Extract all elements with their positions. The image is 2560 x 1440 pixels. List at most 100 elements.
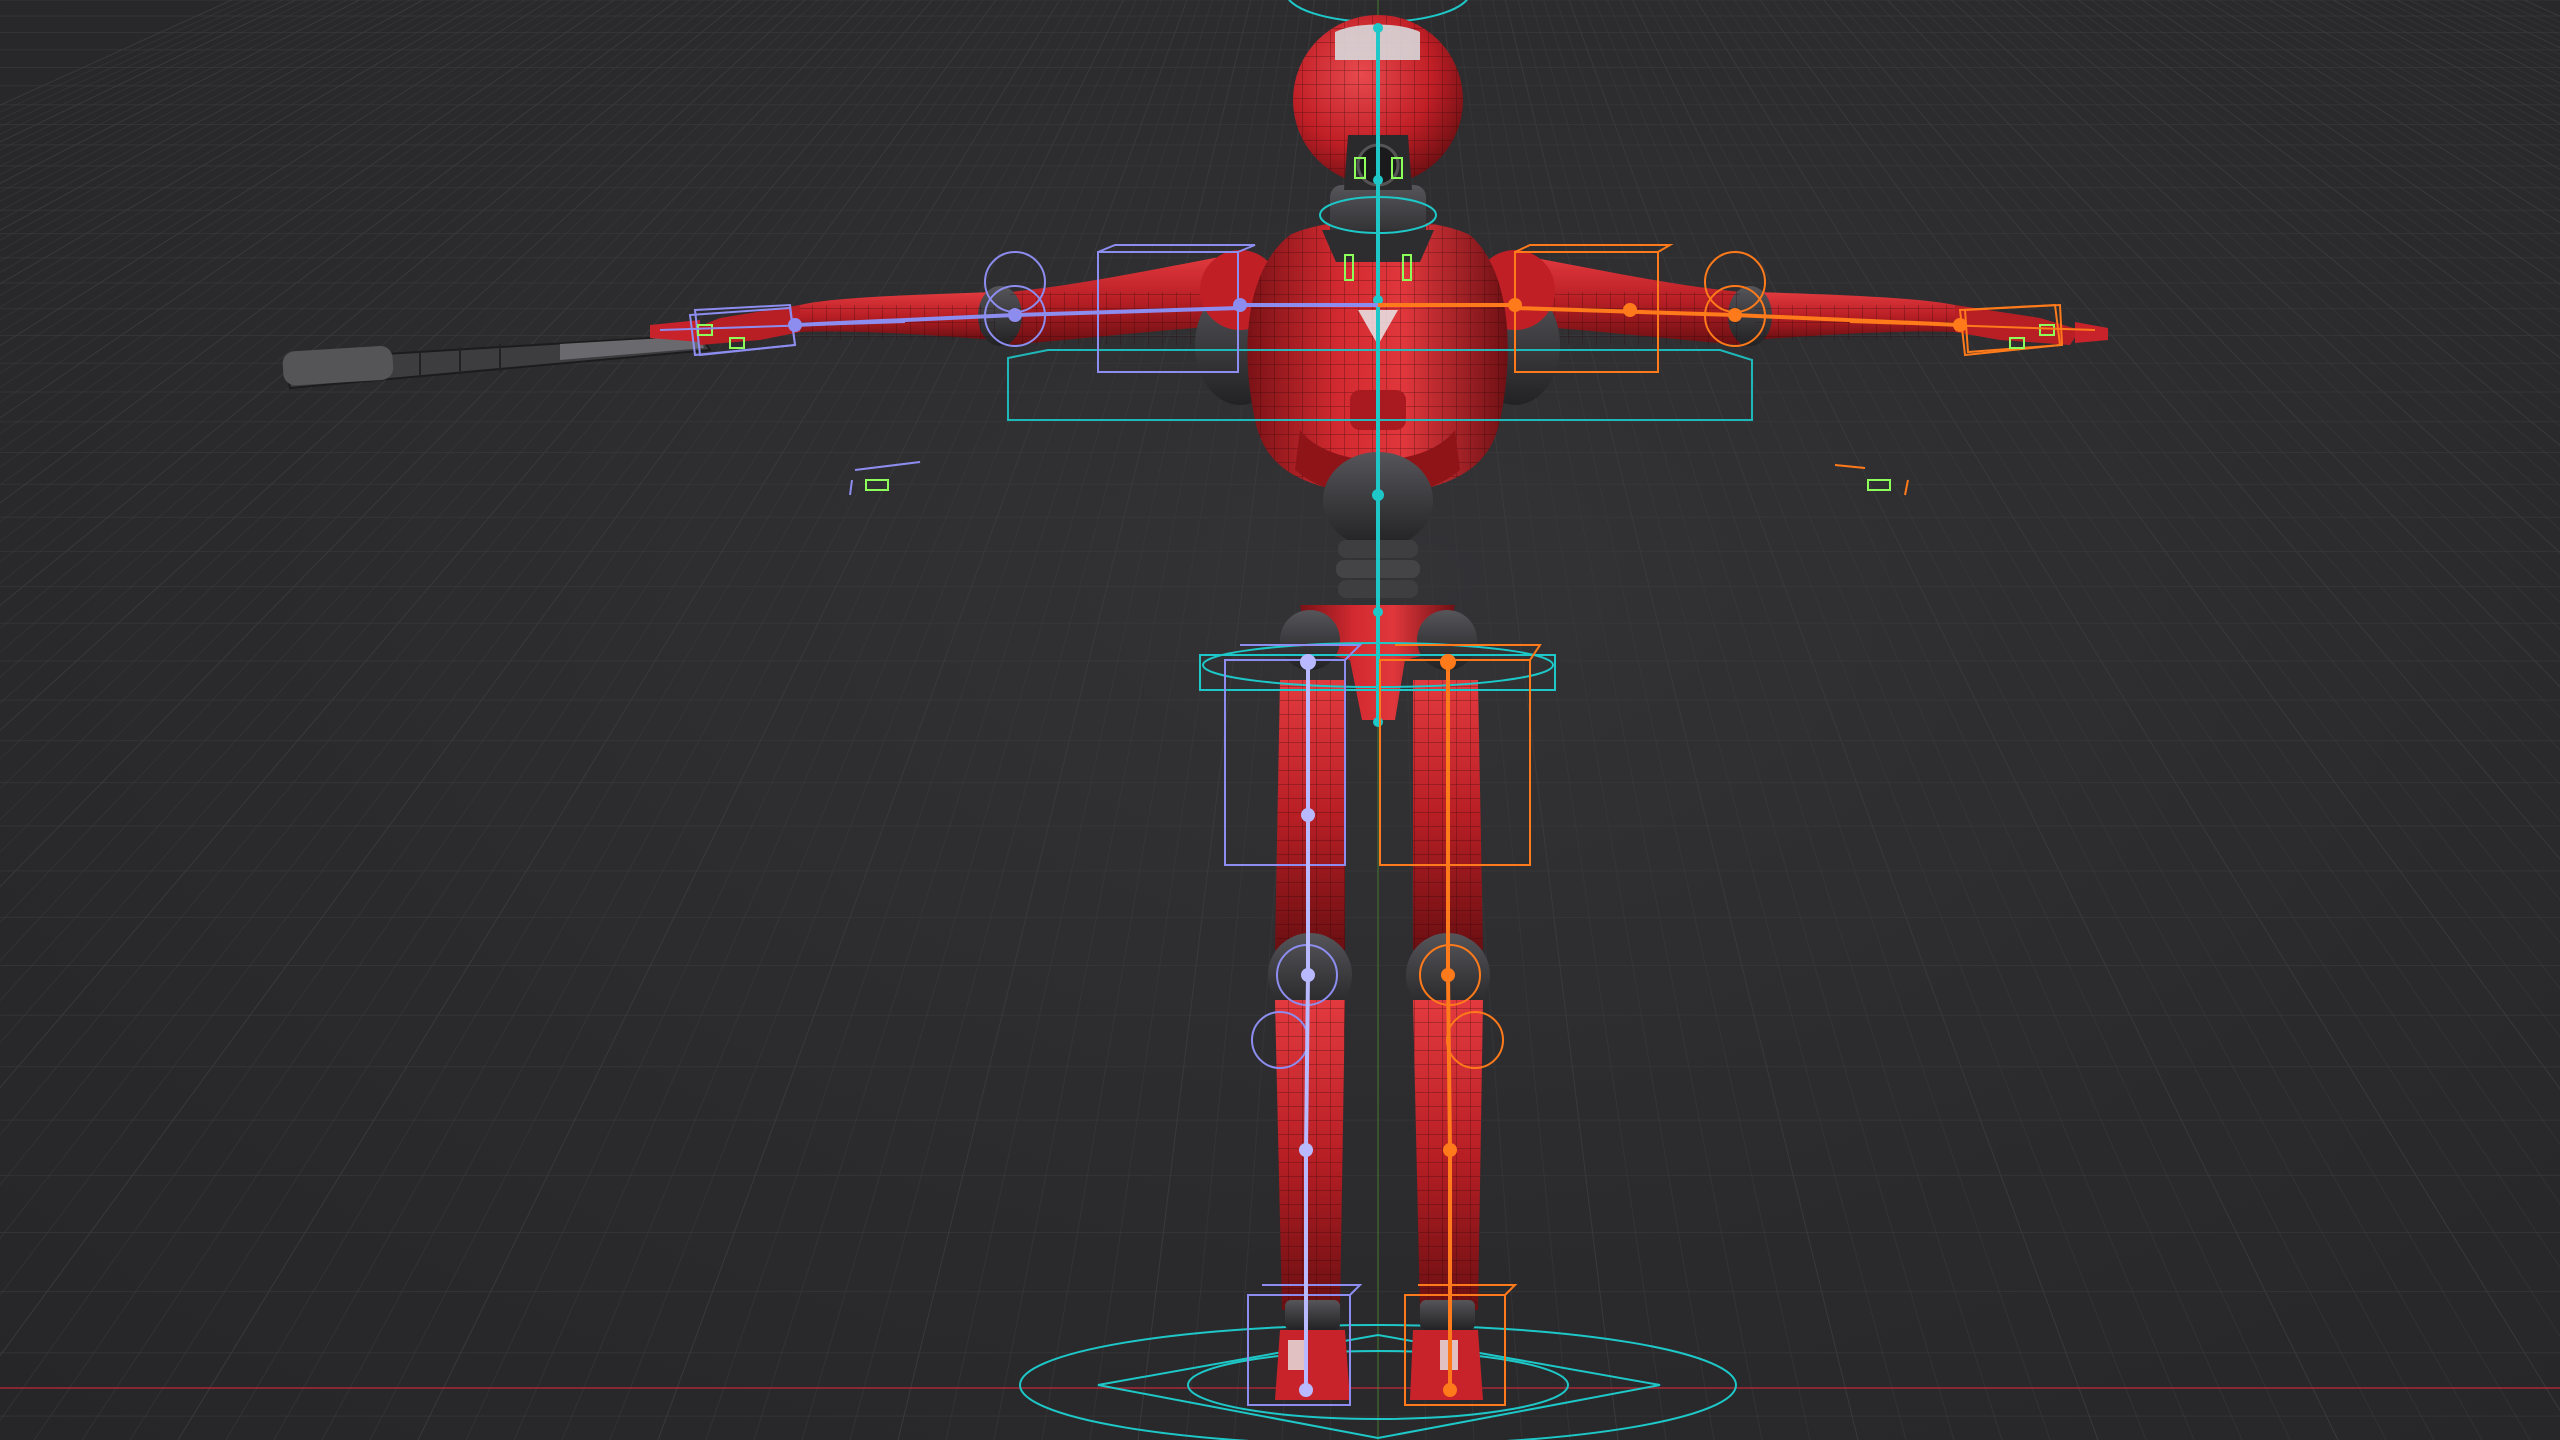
grid-line bbox=[0, 0, 436, 241]
grid-line bbox=[2422, 0, 2560, 70]
grid-line bbox=[1453, 0, 1667, 1440]
grid-line bbox=[2472, 0, 2560, 42]
grid-line bbox=[1089, 0, 1303, 1440]
grid-line bbox=[2320, 0, 2560, 133]
grid-line bbox=[0, 0, 424, 231]
grid-line bbox=[1594, 0, 2195, 1440]
grid-line bbox=[2243, 0, 2560, 191]
grid-line bbox=[1810, 0, 2560, 901]
right-elbow-pole-target[interactable] bbox=[1834, 464, 1909, 496]
grid-line bbox=[2447, 0, 2560, 56]
grid-line bbox=[1670, 0, 2483, 1440]
grid-line bbox=[0, 0, 755, 629]
grid-line bbox=[1479, 0, 1763, 1440]
grid-line bbox=[0, 0, 258, 120]
grid-line bbox=[2498, 0, 2560, 30]
grid-line bbox=[0, 0, 640, 451]
grid-line bbox=[177, 0, 1061, 1440]
right-arm[interactable] bbox=[1515, 255, 2108, 346]
grid-line bbox=[0, 0, 959, 1186]
grid-line bbox=[0, 0, 857, 854]
grid-line bbox=[0, 0, 500, 297]
grid-line bbox=[0, 0, 997, 1357]
grid-line bbox=[1581, 0, 2147, 1440]
grid-line bbox=[2345, 0, 2560, 116]
grid-line bbox=[0, 0, 334, 167]
grid-line bbox=[1874, 0, 2560, 719]
grid-line bbox=[1530, 0, 1955, 1440]
grid-line bbox=[705, 0, 1201, 1440]
grid-line bbox=[0, 0, 844, 821]
grid-line bbox=[2039, 0, 2560, 409]
grid-line bbox=[0, 0, 615, 419]
grid-line bbox=[0, 0, 602, 404]
grid-line bbox=[1555, 0, 2051, 1440]
grid-line bbox=[945, 0, 1264, 1440]
grid-line bbox=[2001, 0, 2560, 466]
grid-line bbox=[2256, 0, 2560, 181]
grid-line bbox=[1950, 0, 2560, 554]
grid-line bbox=[1823, 0, 2560, 860]
grid-line bbox=[0, 0, 551, 347]
grid-line bbox=[321, 0, 1099, 1440]
grid-line bbox=[0, 0, 627, 435]
grid-line bbox=[1644, 0, 2387, 1440]
grid-line bbox=[0, 0, 984, 1296]
grid-line bbox=[2065, 0, 2560, 375]
grid-line bbox=[417, 0, 1124, 1440]
grid-line bbox=[0, 0, 398, 212]
grid-line bbox=[0, 0, 385, 202]
grid-line bbox=[0, 0, 806, 732]
grid-line bbox=[1899, 0, 2560, 658]
grid-line bbox=[369, 0, 1112, 1440]
grid-line bbox=[0, 0, 564, 360]
grid-line bbox=[1785, 0, 2560, 990]
grid-line bbox=[1861, 0, 2560, 751]
grid-line bbox=[1466, 0, 1715, 1440]
grid-line bbox=[1759, 0, 2560, 1090]
grid-line bbox=[0, 0, 347, 176]
grid-line bbox=[129, 0, 1048, 1440]
grid-line bbox=[2307, 0, 2560, 142]
grid-line bbox=[2281, 0, 2560, 161]
grid-line bbox=[1517, 0, 1907, 1440]
grid-line bbox=[0, 0, 678, 504]
grid-line bbox=[0, 0, 576, 374]
3d-viewport[interactable] bbox=[0, 0, 2560, 1440]
grid-line bbox=[2218, 0, 2560, 212]
grid-line bbox=[561, 0, 1162, 1440]
grid-line bbox=[897, 0, 1252, 1440]
grid-line bbox=[2230, 0, 2560, 201]
grid-line bbox=[849, 0, 1239, 1440]
grid-line bbox=[609, 0, 1175, 1440]
grid-line bbox=[2154, 0, 2560, 272]
left-arm[interactable] bbox=[650, 255, 1235, 346]
grid-line bbox=[0, 0, 245, 113]
grid-line bbox=[1606, 0, 2243, 1440]
grid-line bbox=[1976, 0, 2560, 508]
viewport-canvas[interactable] bbox=[0, 0, 2560, 1440]
grid-line bbox=[1568, 0, 2099, 1440]
grid-line bbox=[0, 0, 513, 309]
grid-line bbox=[1683, 0, 2531, 1440]
grid-line bbox=[753, 0, 1213, 1440]
grid-line bbox=[225, 0, 1073, 1440]
grid-line bbox=[1041, 0, 1290, 1440]
grid-line bbox=[993, 0, 1277, 1440]
grid-line bbox=[0, 0, 526, 321]
grid-line bbox=[0, 0, 869, 888]
grid-line bbox=[2511, 0, 2560, 23]
grid-line bbox=[0, 0, 971, 1240]
grid-line bbox=[0, 0, 322, 159]
grid-line bbox=[0, 0, 462, 263]
grid-line bbox=[0, 0, 717, 563]
grid-line bbox=[2434, 0, 2560, 63]
grid-line bbox=[2116, 0, 2560, 313]
left-elbow-pole-target[interactable] bbox=[849, 461, 921, 496]
grid-line bbox=[657, 0, 1188, 1440]
grid-line bbox=[2409, 0, 2560, 77]
grid-line bbox=[1848, 0, 2560, 786]
grid-line bbox=[513, 0, 1150, 1440]
grid-line bbox=[0, 0, 309, 151]
grid-line bbox=[2090, 0, 2560, 343]
